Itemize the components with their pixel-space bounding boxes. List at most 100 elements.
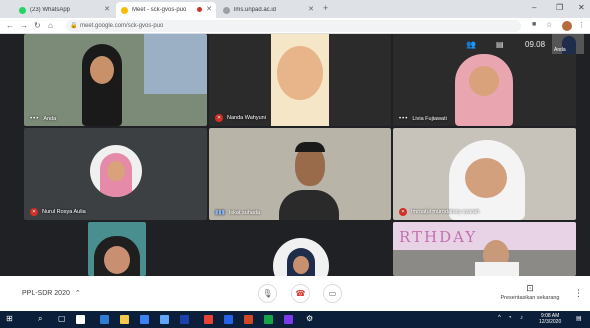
present-screen-icon: ⊡	[526, 283, 534, 293]
meeting-controls: PPL-SDR 2020 ⌃ 🎙 ☎ ▭ ⊡ Presentasikan sek…	[0, 276, 590, 311]
meeting-name: PPL-SDR 2020	[22, 290, 70, 297]
person-face	[295, 146, 325, 186]
tab-lms[interactable]: lms.unpad.ac.id ✕	[218, 2, 318, 18]
participant-tile-iskat[interactable]: ▮▮▮ Iskat suhada	[209, 128, 391, 220]
more-options-icon[interactable]: ⋮	[574, 288, 583, 299]
whatsapp-icon	[19, 6, 26, 14]
powerpoint-icon[interactable]	[244, 315, 253, 324]
participant-tile-imroatul[interactable]: ✕ Imroatul murodatusy syarah	[393, 128, 576, 220]
network-icon[interactable]: ◔	[508, 315, 512, 321]
explorer-app-icon[interactable]	[76, 315, 85, 324]
present-now-button[interactable]: ⊡ Presentasikan sekarang	[496, 283, 564, 301]
participant-tile-nurul[interactable]: ✕ Nurul Rosya Aulia	[24, 128, 207, 220]
word-icon[interactable]	[180, 315, 189, 324]
tray-chevron-icon[interactable]: ^	[498, 315, 501, 321]
mic-off-icon: ✕	[30, 208, 38, 216]
meeting-details[interactable]: PPL-SDR 2020 ⌃	[22, 289, 81, 297]
background-window	[144, 34, 207, 94]
browser-menu-icon[interactable]: ⋮	[578, 21, 585, 29]
url-field[interactable]: 🔒 meet.google.com/sck-gvos-puo	[66, 20, 521, 32]
self-preview[interactable]: Anda	[552, 34, 584, 54]
mic-button[interactable]: 🎙	[258, 284, 277, 303]
avatar	[90, 145, 142, 197]
browser-tab-strip: (23) WhatsApp ✕ Meet - sck-gvos-puo ✕ lm…	[0, 0, 590, 18]
bookmark-star-icon[interactable]: ☆	[546, 21, 552, 29]
participant-tile-anda[interactable]: ••• Anda	[24, 34, 207, 126]
chrome-icon[interactable]	[204, 315, 213, 324]
close-window-icon[interactable]: ✕	[578, 3, 585, 12]
recording-dot-icon	[197, 7, 202, 12]
person-figure	[475, 262, 519, 276]
meet-icon	[121, 6, 128, 14]
more-options-icon[interactable]: •••	[399, 116, 408, 122]
person-face	[465, 158, 507, 198]
chevron-up-icon: ⌃	[74, 290, 81, 297]
address-bar-row: ← → ↻ ⌂ 🔒 meet.google.com/sck-gvos-puo ■…	[0, 18, 590, 34]
participant-name: ✕ Nanda Wahyuni	[215, 114, 266, 122]
close-icon[interactable]: ✕	[206, 5, 212, 13]
tab-label: lms.unpad.ac.id	[234, 7, 277, 13]
back-icon[interactable]: ←	[6, 21, 14, 30]
participant-tile-livia[interactable]: ••• Livia Fujiawati	[393, 34, 576, 126]
close-icon[interactable]: ✕	[104, 5, 110, 13]
volume-icon[interactable]: ♪	[520, 315, 523, 321]
screen: (23) WhatsApp ✕ Meet - sck-gvos-puo ✕ lm…	[0, 0, 590, 328]
chat-icon[interactable]: ▤	[496, 40, 504, 49]
tab-label: Meet - sck-gvos-puo	[132, 7, 187, 13]
word-doc-icon[interactable]	[224, 315, 233, 324]
home-icon[interactable]: ⌂	[48, 21, 53, 30]
forward-icon[interactable]: →	[20, 21, 28, 30]
teams-icon[interactable]	[284, 315, 293, 324]
maximize-icon[interactable]: ❐	[556, 3, 563, 12]
tab-whatsapp[interactable]: (23) WhatsApp ✕	[14, 2, 114, 18]
tab-label: (23) WhatsApp	[30, 7, 71, 13]
person-face	[90, 56, 114, 84]
participant-tile-birthday[interactable]: RTHDAY	[393, 222, 576, 276]
globe-icon	[223, 6, 230, 14]
mic-off-icon: ✕	[399, 208, 407, 216]
windows-taskbar: ⊞ ⌕ ▢ ⚙ ^ ◔ ♪ 9:08 AM 12/3/2020 ▤	[0, 311, 590, 328]
notifications-icon[interactable]: ▤	[576, 315, 582, 322]
microphone-icon: 🎙	[262, 289, 273, 298]
task-view-icon[interactable]: ▢	[58, 314, 66, 323]
person-face	[469, 66, 499, 96]
url-text: meet.google.com/sck-gvos-puo	[80, 23, 164, 29]
mail-icon[interactable]	[160, 315, 169, 324]
participant-tile-nanda[interactable]: ✕ Nanda Wahyuni	[209, 34, 391, 126]
new-tab-icon[interactable]: +	[323, 3, 328, 13]
phone-hangup-icon: ☎	[295, 289, 306, 298]
present-label: Presentasikan sekarang	[500, 295, 560, 301]
folder-icon[interactable]	[120, 315, 129, 324]
participant-tile-teal[interactable]	[88, 222, 146, 276]
store-icon[interactable]	[140, 315, 149, 324]
close-icon[interactable]: ✕	[308, 5, 314, 13]
system-clock[interactable]: 9:08 AM 12/3/2020	[539, 313, 561, 325]
person-face	[104, 246, 130, 274]
more-options-icon[interactable]: •••	[30, 116, 39, 122]
camera-button[interactable]: ▭	[323, 284, 342, 303]
participant-name: ✕ Imroatul murodatusy syarah	[399, 208, 480, 216]
settings-gear-icon[interactable]: ⚙	[306, 314, 313, 323]
excel-icon[interactable]	[264, 315, 273, 324]
participant-name: ••• Anda	[30, 116, 57, 122]
self-label: Anda	[554, 47, 566, 53]
reload-icon[interactable]: ↻	[34, 21, 41, 30]
participant-name: ✕ Nurul Rosya Aulia	[30, 208, 86, 216]
tab-meet[interactable]: Meet - sck-gvos-puo ✕	[116, 2, 216, 18]
person-face	[277, 46, 323, 100]
hang-up-button[interactable]: ☎	[291, 284, 310, 303]
participant-name: ▮▮▮ Iskat suhada	[215, 209, 261, 217]
windows-start-icon[interactable]: ⊞	[6, 314, 13, 323]
search-icon[interactable]: ⌕	[38, 314, 42, 324]
clock-date: 12/3/2020	[539, 319, 562, 325]
camera-permission-icon[interactable]: ■	[532, 21, 536, 28]
minimize-icon[interactable]: –	[532, 3, 536, 12]
meet-grid: ••• Anda ✕ Nanda Wahyuni ••• Livia Fujia…	[0, 34, 590, 294]
profile-avatar[interactable]	[562, 21, 572, 31]
person-figure	[279, 190, 339, 220]
edge-icon[interactable]	[100, 315, 109, 324]
banner-text: RTHDAY	[399, 228, 478, 246]
speaking-indicator-icon: ▮▮▮	[215, 210, 225, 216]
mic-off-icon: ✕	[215, 114, 223, 122]
participants-icon[interactable]: 👥	[466, 40, 476, 49]
